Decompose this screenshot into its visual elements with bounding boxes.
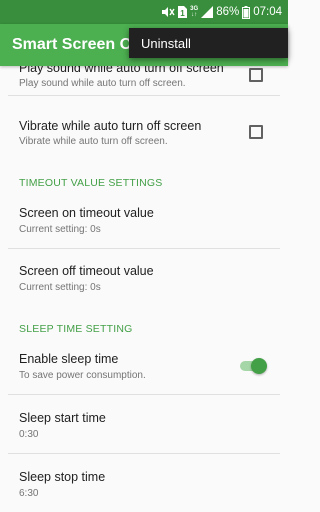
vibrate-checkbox[interactable] [249, 125, 263, 139]
pref-title: Vibrate while auto turn off screen [19, 119, 202, 133]
section-header-sleep: SLEEP TIME SETTING [19, 323, 133, 335]
mute-icon [161, 5, 175, 19]
play-sound-checkbox[interactable] [249, 68, 263, 82]
pref-screen-off-timeout[interactable]: Screen off timeout value Current setting… [0, 249, 288, 307]
pref-title: Screen on timeout value [19, 206, 154, 220]
battery-percent: 86% [216, 6, 240, 18]
pref-vibrate[interactable]: Vibrate while auto turn off screen Vibra… [0, 96, 288, 154]
pref-summary: Current setting: 0s [19, 282, 101, 293]
status-time: 07:04 [253, 6, 282, 18]
pref-title: Enable sleep time [19, 352, 119, 366]
preference-list: Play sound while auto turn off screen Pl… [0, 52, 288, 512]
pref-screen-on-timeout[interactable]: Screen on timeout value Current setting:… [0, 196, 288, 248]
enable-sleep-switch[interactable] [238, 358, 268, 374]
pref-sleep-stop[interactable]: Sleep stop time 6:30 [0, 454, 288, 512]
sim-icon: 1 [178, 5, 188, 19]
pref-enable-sleep[interactable]: Enable sleep time To save power consumpt… [0, 342, 288, 394]
svg-text:1: 1 [180, 9, 185, 18]
network-type-indicator: 3G ↓↑ [190, 6, 198, 18]
switch-thumb [251, 358, 267, 374]
status-bar: 1 3G ↓↑ 86% 07:04 [0, 0, 288, 24]
battery-icon [242, 5, 251, 19]
pref-summary: Current setting: 0s [19, 224, 101, 235]
pref-summary: Play sound while auto turn off screen. [19, 78, 186, 89]
network-activity-arrows: ↓↑ [191, 12, 198, 18]
section-header-timeout: TIMEOUT VALUE SETTINGS [19, 177, 163, 189]
overflow-menu: Uninstall [129, 28, 288, 58]
pref-sleep-start[interactable]: Sleep start time 0:30 [0, 395, 288, 453]
pref-summary: To save power consumption. [19, 370, 146, 381]
status-icons: 1 3G ↓↑ 86% 07:04 [161, 4, 282, 20]
pref-summary: 0:30 [19, 429, 39, 440]
signal-icon [201, 5, 214, 19]
pref-title: Sleep start time [19, 411, 106, 425]
menu-item-uninstall[interactable]: Uninstall [141, 36, 191, 51]
pref-title: Screen off timeout value [19, 264, 154, 278]
pref-title: Sleep stop time [19, 470, 106, 484]
pref-summary: Vibrate while auto turn off screen. [19, 136, 168, 147]
pref-summary: 6:30 [19, 488, 39, 499]
